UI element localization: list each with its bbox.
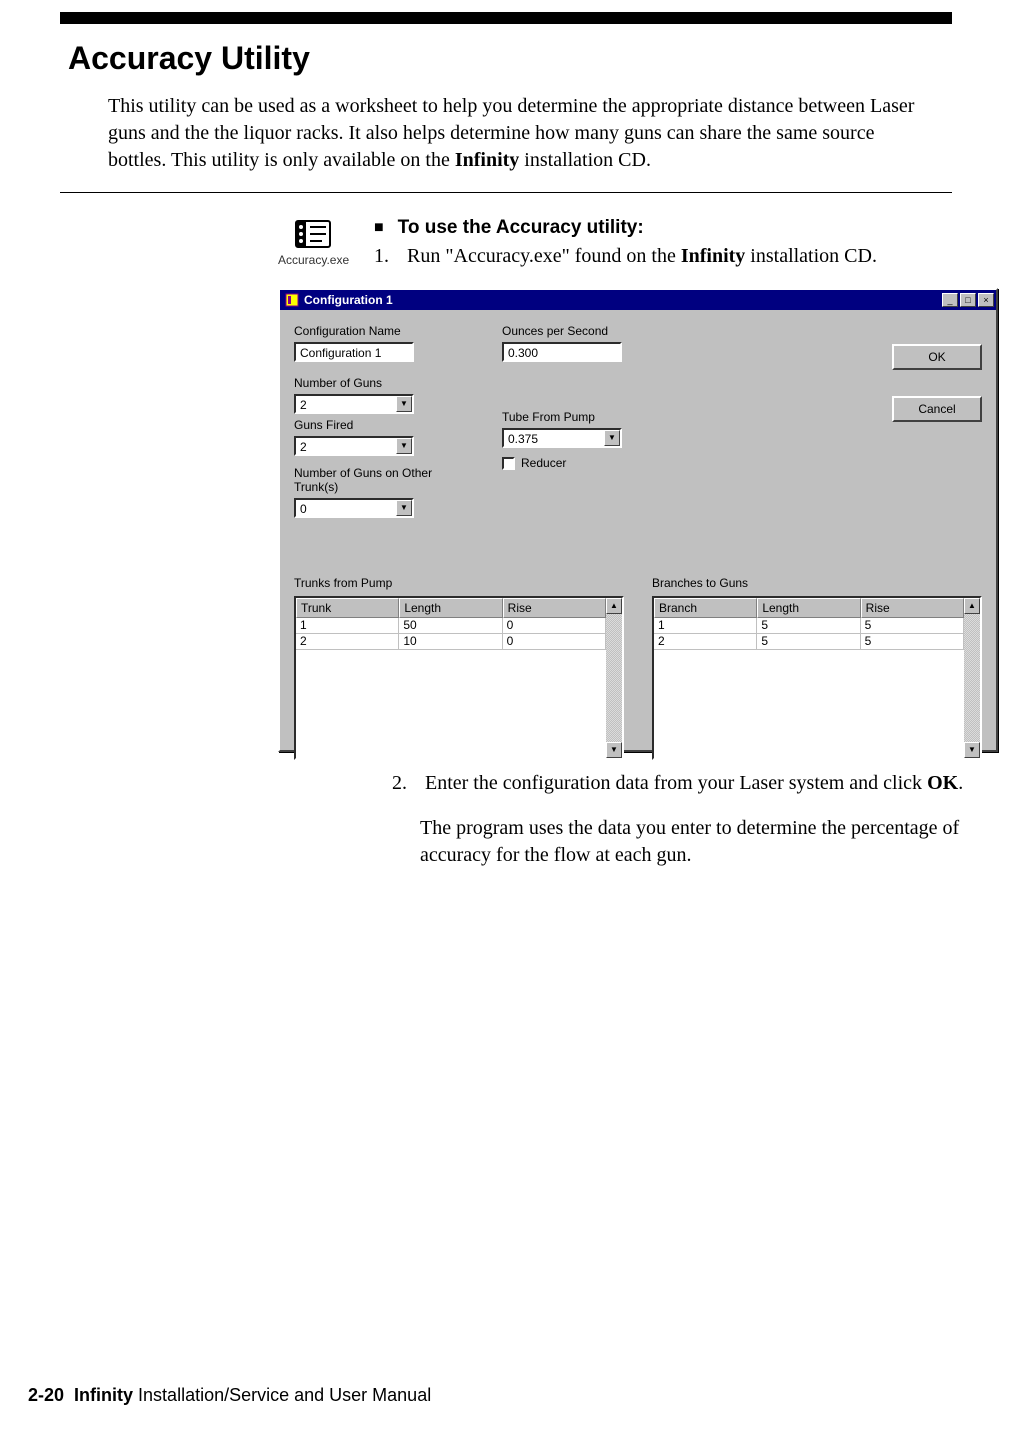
ok-button[interactable]: OK [892,344,982,370]
trunks-label: Trunks from Pump [294,576,624,590]
scroll-down-icon[interactable]: ▼ [964,742,980,758]
titlebar[interactable]: Configuration 1 _ □ × [280,290,996,310]
configuration-dialog: Configuration 1 _ □ × Configuration Name… [278,288,998,752]
tube-from-pump-label: Tube From Pump [502,410,672,424]
step-1-num: 1. [374,245,402,268]
branches-header-row: Branch Length Rise [654,598,964,618]
num-guns-label: Number of Guns [294,376,444,390]
procedure-header-text: To use the Accuracy utility: [398,217,644,239]
page-footer: 2-20 Infinity Installation/Service and U… [28,1385,431,1406]
branches-list[interactable]: Branch Length Rise 1 5 5 [652,596,982,760]
branch-col-0[interactable]: Branch [654,598,757,618]
header-rule [60,12,952,24]
branch-col-2[interactable]: Rise [861,598,964,618]
tube-from-pump-combo[interactable]: 0.375 ▼ [502,428,622,448]
scrollbar[interactable]: ▲ ▼ [964,598,980,758]
procedure-header: ■ To use the Accuracy utility: [374,217,877,239]
maximize-button[interactable]: □ [960,293,976,307]
trunk-col-0[interactable]: Trunk [296,598,399,618]
scroll-track[interactable] [606,614,622,742]
oz-per-sec-input[interactable]: 0.300 [502,342,622,362]
app-icon [284,292,300,308]
intro-text-post: installation CD. [519,149,651,171]
cancel-button[interactable]: Cancel [892,396,982,422]
reducer-checkbox[interactable]: Reducer [502,456,672,470]
table-row[interactable]: 2 5 5 [654,634,964,650]
minimize-button[interactable]: _ [942,293,958,307]
step-1-pre: Run "Accuracy.exe" found on the [407,245,681,267]
step-2-num: 2. [392,772,420,795]
footer-rest: Installation/Service and User Manual [133,1385,431,1405]
intro-paragraph: This utility can be used as a worksheet … [108,93,932,174]
dropdown-icon[interactable]: ▼ [396,500,412,516]
step-1: 1. Run "Accuracy.exe" found on the Infin… [374,245,877,268]
config-name-input[interactable]: Configuration 1 [294,342,414,362]
intro-bold: Infinity [455,149,519,171]
page-title: Accuracy Utility [68,40,952,77]
step-1-post: installation CD. [745,245,877,267]
square-bullet-icon: ■ [374,219,384,237]
scroll-up-icon[interactable]: ▲ [964,598,980,614]
table-row[interactable]: 2 10 0 [296,634,606,650]
reducer-label: Reducer [521,456,566,470]
trunk-col-2[interactable]: Rise [503,598,606,618]
table-row[interactable]: 1 50 0 [296,618,606,634]
divider [60,192,952,193]
trunks-header-row: Trunk Length Rise [296,598,606,618]
table-row[interactable]: 1 5 5 [654,618,964,634]
step-2-bold: OK [927,772,958,794]
checkbox-icon[interactable] [502,457,515,470]
accuracy-exe-icon: Accuracy.exe [278,217,348,267]
scroll-up-icon[interactable]: ▲ [606,598,622,614]
step-2-post: . [958,772,963,794]
guns-fired-combo[interactable]: 2 ▼ [294,436,414,456]
branch-col-1[interactable]: Length [757,598,860,618]
guns-fired-label: Guns Fired [294,418,444,432]
result-paragraph: The program uses the data you enter to d… [420,815,992,869]
close-button[interactable]: × [978,293,994,307]
footer-bold: Infinity [74,1385,133,1405]
scroll-track[interactable] [964,614,980,742]
scrollbar[interactable]: ▲ ▼ [606,598,622,758]
page-number: 2-20 [28,1385,64,1405]
dropdown-icon[interactable]: ▼ [396,396,412,412]
dropdown-icon[interactable]: ▼ [396,438,412,454]
num-other-combo[interactable]: 0 ▼ [294,498,414,518]
num-other-label: Number of Guns on Other Trunk(s) [294,466,444,494]
trunks-list[interactable]: Trunk Length Rise 1 50 0 [294,596,624,760]
exe-icon-label: Accuracy.exe [278,253,348,267]
scroll-down-icon[interactable]: ▼ [606,742,622,758]
step-2: 2. Enter the configuration data from you… [392,772,992,795]
step-1-bold: Infinity [681,245,745,267]
step-2-pre: Enter the configuration data from your L… [425,772,927,794]
branches-label: Branches to Guns [652,576,982,590]
config-name-label: Configuration Name [294,324,444,338]
num-guns-combo[interactable]: 2 ▼ [294,394,414,414]
dropdown-icon[interactable]: ▼ [604,430,620,446]
oz-per-sec-label: Ounces per Second [502,324,672,338]
trunk-col-1[interactable]: Length [399,598,502,618]
window-title: Configuration 1 [304,293,940,307]
